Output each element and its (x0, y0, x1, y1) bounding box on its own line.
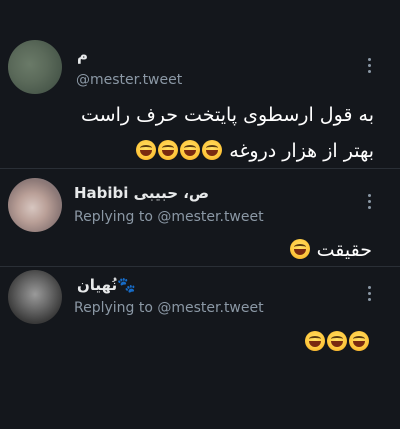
laughing-emoji-icon (135, 140, 223, 162)
replying-to-text[interactable]: Replying to @mester.tweet (74, 300, 264, 316)
author-name[interactable]: م (77, 46, 88, 64)
reply-text: حقیقت (316, 239, 372, 261)
reply-tweet[interactable]: Habibi ص، حبیبی Replying to @mester.twee… (0, 168, 400, 266)
laughing-emoji-icon (289, 239, 311, 261)
author-name[interactable]: Habibi ص، حبیبی (74, 184, 209, 202)
tweet-text-line-1: به قول ارسطوی پایتخت حرف راست (81, 104, 374, 126)
avatar[interactable] (8, 178, 62, 232)
avatar[interactable] (8, 270, 62, 324)
reply-text-container: حقیقت (289, 232, 372, 268)
tweet-text-line-2-container: بهتر از هزار دروغه (135, 133, 374, 169)
more-options-icon[interactable] (366, 286, 372, 301)
more-options-icon[interactable] (366, 194, 372, 209)
tweet-text-line-2: بهتر از هزار دروغه (229, 140, 374, 162)
replying-to-text[interactable]: Replying to @mester.tweet (74, 209, 264, 225)
laughing-emoji-icon (304, 324, 370, 360)
avatar[interactable] (8, 40, 62, 94)
author-name[interactable]: نُهیان🐾 (77, 276, 136, 294)
tweet[interactable]: م @mester.tweet به قول ارسطوی پایتخت حرف… (0, 0, 400, 168)
more-options-icon[interactable] (366, 58, 372, 73)
author-handle[interactable]: @mester.tweet (76, 72, 182, 88)
reply-tweet[interactable]: نُهیان🐾 Replying to @mester.tweet (0, 266, 400, 429)
